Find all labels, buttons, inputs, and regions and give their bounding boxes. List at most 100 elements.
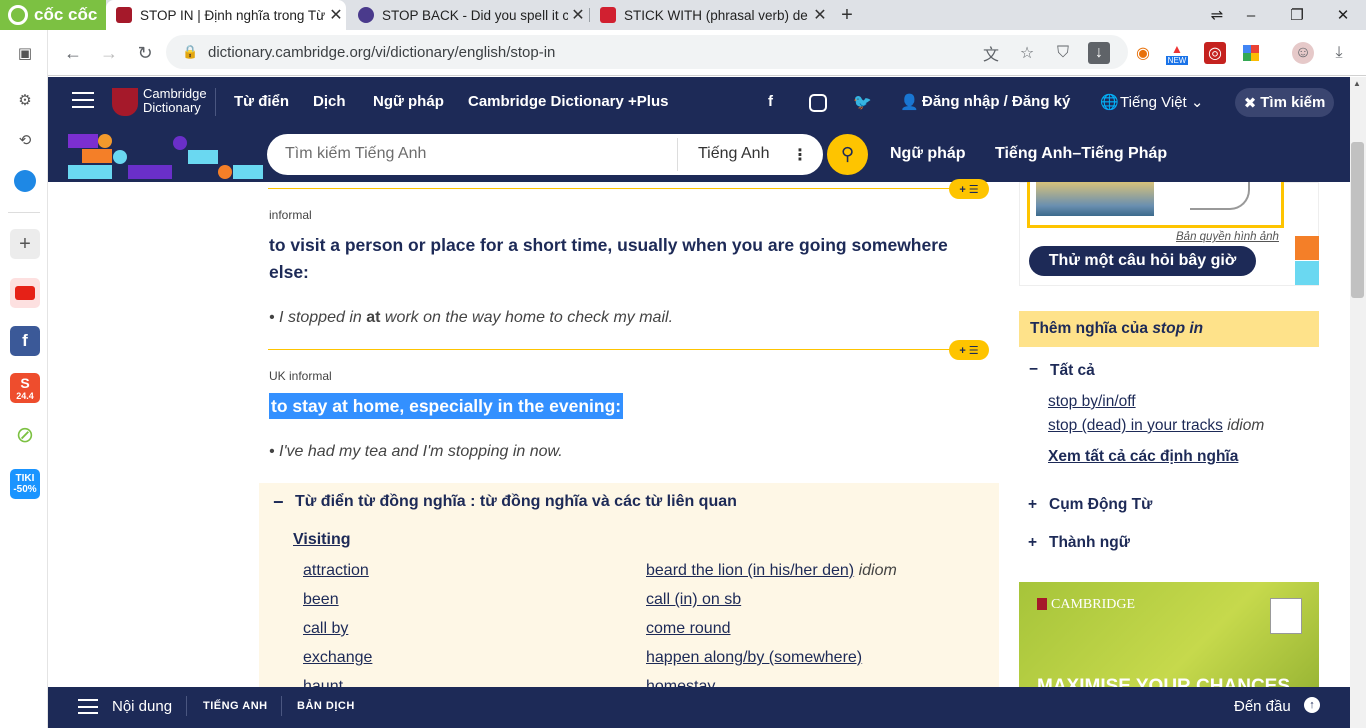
english-french-link[interactable]: Tiếng Anh–Tiếng Pháp <box>995 145 1167 163</box>
downloads-icon[interactable]: ⤓ <box>1328 42 1350 64</box>
coccoc-search-icon[interactable]: ⊘ <box>10 420 40 450</box>
back-button[interactable]: ← <box>58 38 88 68</box>
contents-link[interactable]: Nội dung <box>112 698 172 715</box>
tab-stick-with[interactable]: STICK WITH (phrasal verb) de ✕ <box>590 0 830 30</box>
phrasal-verbs-toggle[interactable]: Cụm Động Từ <box>1049 496 1152 514</box>
collapse-icon[interactable]: − <box>273 492 284 513</box>
menu-hamburger-icon[interactable] <box>72 92 94 108</box>
close-tab-icon[interactable]: ✕ <box>568 5 588 25</box>
decorative-pattern <box>68 134 263 180</box>
forward-button[interactable]: → <box>94 38 124 68</box>
tab-stop-back[interactable]: STOP BACK - Did you spell it c ✕ <box>348 0 588 30</box>
search-input[interactable]: Tìm kiếm Tiếng Anh <box>285 145 426 163</box>
arrow-up-icon[interactable]: ↑ <box>1304 697 1320 713</box>
related-link[interactable]: stop by/in/off <box>1048 393 1136 411</box>
extension-circle-icon[interactable]: ◉ <box>1132 42 1154 64</box>
close-tab-icon[interactable]: ✕ <box>326 5 346 25</box>
more-options-icon[interactable]: ⋮ <box>792 145 808 165</box>
translate-icon[interactable]: 文 <box>980 42 1002 64</box>
synonym-link[interactable]: call (in) on sb <box>646 591 741 609</box>
profile-avatar[interactable]: ☺ <box>1292 42 1314 64</box>
book-favicon-icon <box>600 7 616 23</box>
nav-plus[interactable]: Cambridge Dictionary +Plus <box>468 93 668 110</box>
add-app-icon[interactable]: + <box>10 229 40 259</box>
youtube-icon[interactable] <box>10 278 40 308</box>
close-window-button[interactable]: ✕ <box>1320 0 1366 30</box>
scrollbar-thumb[interactable] <box>1351 142 1364 298</box>
idioms-toggle[interactable]: Thành ngữ <box>1049 534 1130 552</box>
nav-dictionary[interactable]: Từ điển <box>234 93 289 110</box>
maximize-button[interactable]: ❐ <box>1274 0 1320 30</box>
shopee-icon[interactable]: S 24.4 <box>10 373 40 403</box>
scroll-up-icon[interactable]: ▲ <box>1353 79 1361 88</box>
grammar-link[interactable]: Ngữ pháp <box>890 145 966 163</box>
synonym-link[interactable]: exchange <box>303 649 372 667</box>
thesaurus-group[interactable]: Visiting <box>293 531 351 549</box>
extension-new-icon[interactable]: ▲ NEW <box>1165 42 1189 65</box>
reload-button[interactable]: ↻ <box>130 38 160 68</box>
related-link[interactable]: stop (dead) in your tracks <box>1048 417 1223 434</box>
extension-red-icon[interactable]: ◎ <box>1204 42 1226 64</box>
tab-stop-in[interactable]: STOP IN | Định nghĩa trong Từ ✕ <box>106 0 346 30</box>
dictionary-language-select[interactable]: Tiếng Anh <box>698 145 769 163</box>
search-divider <box>677 138 678 171</box>
facebook-icon[interactable]: f <box>10 326 40 356</box>
messenger-icon[interactable] <box>10 166 40 196</box>
expand-icon[interactable]: + <box>1028 496 1037 514</box>
back-to-top-link[interactable]: Đến đầu <box>1234 698 1291 715</box>
url-text[interactable]: dictionary.cambridge.org/vi/dictionary/e… <box>208 44 555 61</box>
synonym-link[interactable]: come round <box>646 620 731 638</box>
thesaurus-heading[interactable]: Từ điển từ đồng nghĩa : từ đồng nghĩa và… <box>295 493 737 511</box>
lock-icon[interactable]: 🔒 <box>182 44 198 60</box>
image-credit-link[interactable]: Bản quyền hình ảnh <box>1176 231 1279 243</box>
bookmark-star-icon[interactable]: ☆ <box>1016 42 1038 64</box>
nav-translate[interactable]: Dịch <box>313 93 346 110</box>
language-selector[interactable]: Tiếng Việt ⌄ <box>1120 93 1203 111</box>
instagram-icon[interactable] <box>809 94 827 112</box>
add-to-wordlist-button[interactable]: + ☰ <box>949 340 989 360</box>
download-indicator-icon[interactable]: ↓ <box>1088 42 1110 64</box>
add-to-wordlist-button[interactable]: + ☰ <box>949 179 989 199</box>
login-link[interactable]: Đăng nhập / Đăng ký <box>922 93 1070 110</box>
more-term: stop in <box>1152 320 1204 337</box>
contents-menu-icon[interactable] <box>78 699 98 714</box>
synonym-link[interactable]: been <box>303 591 339 609</box>
extension-colors-icon[interactable] <box>1240 42 1262 64</box>
globe-icon: 🌐 <box>1100 94 1119 111</box>
synonym-link[interactable]: happen along/by (somewhere) <box>646 649 862 667</box>
all-section-label[interactable]: Tất cả <box>1050 362 1095 380</box>
english-tab[interactable]: TIẾNG ANH <box>203 700 268 712</box>
facebook-social-icon[interactable]: f <box>768 93 773 110</box>
settings-gear-icon[interactable]: ⚙ <box>10 85 40 115</box>
minimize-button[interactable]: – <box>1228 0 1274 30</box>
synonym-item: beard the lion (in his/her den) idiom <box>646 562 897 580</box>
sidebar-divider <box>8 212 40 213</box>
new-tab-button[interactable]: + <box>836 4 858 26</box>
sidebar-toggle-icon[interactable]: ▣ <box>10 38 40 68</box>
synonym-link[interactable]: call by <box>303 620 348 638</box>
new-badge: NEW <box>1165 55 1189 65</box>
translations-tab[interactable]: BẢN DỊCH <box>297 700 355 712</box>
see-all-link[interactable]: Xem tất cả các định nghĩa <box>1048 448 1238 466</box>
twitter-icon[interactable]: 🐦 <box>853 93 872 111</box>
search-icon: ⚲ <box>840 144 855 164</box>
history-icon[interactable]: ⟲ <box>10 125 40 155</box>
search-toggle-button[interactable]: ✖ Tìm kiếm <box>1235 88 1334 117</box>
shield-icon[interactable]: ⛉ <box>1052 42 1074 64</box>
dictionary-language-label: Tiếng Anh <box>698 145 770 162</box>
synonym-link[interactable]: beard the lion (in his/her den) <box>646 562 854 579</box>
synonym-link[interactable]: attraction <box>303 562 369 580</box>
example-bold: at <box>366 309 381 326</box>
promo-decor <box>1295 236 1319 260</box>
try-quiz-button[interactable]: Thử một câu hỏi bây giờ <box>1029 246 1256 276</box>
coccoc-menu-button[interactable]: cốc cốc <box>0 0 106 30</box>
tiki-icon[interactable]: TIKI -50% <box>10 469 40 499</box>
grammarist-favicon-icon <box>358 7 374 23</box>
expand-icon[interactable]: + <box>1028 534 1037 552</box>
collapse-icon[interactable]: − <box>1029 361 1038 379</box>
search-submit-button[interactable]: ⚲ <box>827 134 868 175</box>
site-logo[interactable]: Cambridge Dictionary <box>143 87 207 115</box>
definition-selected: to stay at home, especially in the eveni… <box>269 393 624 419</box>
nav-grammar[interactable]: Ngữ pháp <box>373 93 444 110</box>
close-tab-icon[interactable]: ✕ <box>810 5 830 25</box>
